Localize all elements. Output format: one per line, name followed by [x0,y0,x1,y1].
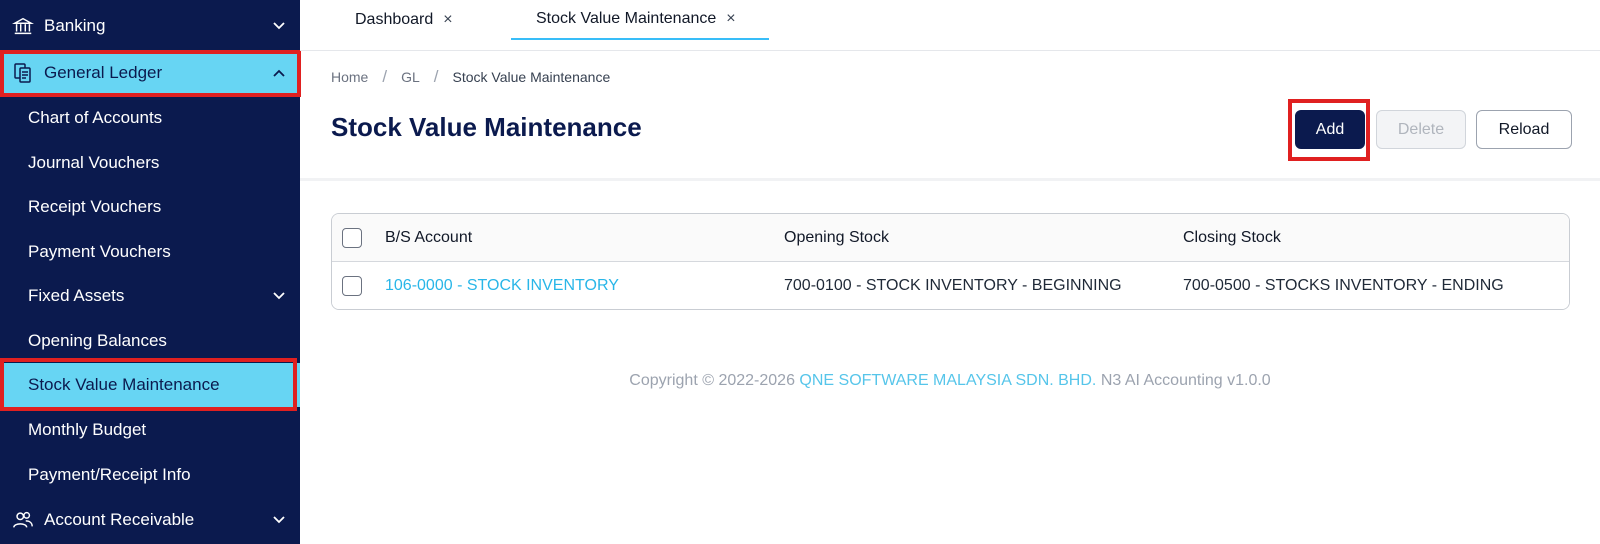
breadcrumb-current: Stock Value Maintenance [452,69,611,85]
tab-stock-value-maintenance[interactable]: Stock Value Maintenance × [511,0,769,40]
sidebar-item-journal-vouchers[interactable]: Journal Vouchers [0,141,300,185]
sidebar-item-banking[interactable]: Banking [0,4,300,48]
table-header: B/S Account Opening Stock Closing Stock [332,214,1569,262]
sidebar-item-label: Stock Value Maintenance [28,375,220,394]
footer-prefix: Copyright © 2022-2026 [629,372,795,389]
sidebar-item-label: Payment/Receipt Info [28,465,191,484]
sidebar-item-label: Banking [44,16,106,35]
divider [300,178,1600,181]
tab-bar: Dashboard × Stock Value Maintenance × [300,0,1600,51]
sidebar-item-label: Fixed Assets [28,286,125,305]
sidebar-item-opening-balances[interactable]: Opening Balances [0,319,300,363]
column-header-opening-stock[interactable]: Opening Stock [784,214,889,262]
sidebar-item-chart-of-accounts[interactable]: Chart of Accounts [0,96,300,140]
close-icon[interactable]: × [443,11,452,29]
select-all-checkbox[interactable] [342,228,362,248]
tab-label: Dashboard [355,11,434,28]
sidebar-item-label: Journal Vouchers [28,153,160,172]
sidebar-item-account-receivable[interactable]: Account Receivable [0,498,300,542]
breadcrumb-separator: / [433,67,439,86]
opening-stock-cell: 700-0100 - STOCK INVENTORY - BEGINNING [784,277,1122,294]
tab-dashboard[interactable]: Dashboard × [355,0,453,40]
sidebar-item-label: Opening Balances [28,331,167,350]
breadcrumb-home[interactable]: Home [331,69,368,85]
delete-button[interactable]: Delete [1376,110,1466,149]
page-title: Stock Value Maintenance [331,112,642,142]
bs-account-link[interactable]: 106-0000 - STOCK INVENTORY [385,262,619,309]
sidebar-item-stock-value-maintenance[interactable]: Stock Value Maintenance [0,363,300,407]
breadcrumb-separator: / [382,67,388,86]
ledger-icon [10,60,36,86]
table-row[interactable]: 106-0000 - STOCK INVENTORY 700-0100 - ST… [332,262,1569,309]
chevron-down-icon [272,19,286,33]
sidebar-item-payment-receipt-info[interactable]: Payment/Receipt Info [0,453,300,497]
sidebar-item-monthly-budget[interactable]: Monthly Budget [0,408,300,452]
row-checkbox[interactable] [342,276,362,296]
sidebar-item-label: Monthly Budget [28,420,147,439]
sidebar-item-general-ledger[interactable]: General Ledger [0,51,300,95]
column-header-closing-stock[interactable]: Closing Stock [1183,214,1281,262]
breadcrumb: Home / GL / Stock Value Maintenance [331,67,610,87]
sidebar-item-receipt-vouchers[interactable]: Receipt Vouchers [0,185,300,229]
tab-label: Stock Value Maintenance [536,10,717,27]
sidebar-item-label: Payment Vouchers [28,242,171,261]
sidebar-item-label: Receipt Vouchers [28,197,162,216]
footer-copyright: Copyright © 2022-2026 QNE SOFTWARE MALAY… [300,372,1600,390]
sidebar-item-label: General Ledger [44,63,163,82]
close-icon[interactable]: × [726,10,735,28]
sidebar-item-label: Account Receivable [44,510,195,529]
chevron-up-icon [272,66,286,80]
chevron-down-icon [272,513,286,527]
add-button[interactable]: Add [1295,110,1365,149]
reload-button[interactable]: Reload [1476,110,1572,149]
column-header-bs-account[interactable]: B/S Account [385,214,472,262]
sidebar-item-fixed-assets[interactable]: Fixed Assets [0,274,300,318]
sidebar: Banking General Ledger Chart of Accounts… [0,0,300,544]
footer-suffix: N3 AI Accounting v1.0.0 [1100,372,1271,389]
sidebar-item-label: Chart of Accounts [28,108,163,127]
footer-company-link[interactable]: QNE SOFTWARE MALAYSIA SDN. BHD. [799,372,1096,389]
closing-stock-cell: 700-0500 - STOCKS INVENTORY - ENDING [1183,277,1504,294]
bank-icon [10,13,36,39]
users-icon [10,507,36,533]
sidebar-item-payment-vouchers[interactable]: Payment Vouchers [0,230,300,274]
data-table: B/S Account Opening Stock Closing Stock … [331,213,1570,310]
breadcrumb-gl[interactable]: GL [401,69,420,85]
chevron-down-icon [272,289,286,303]
